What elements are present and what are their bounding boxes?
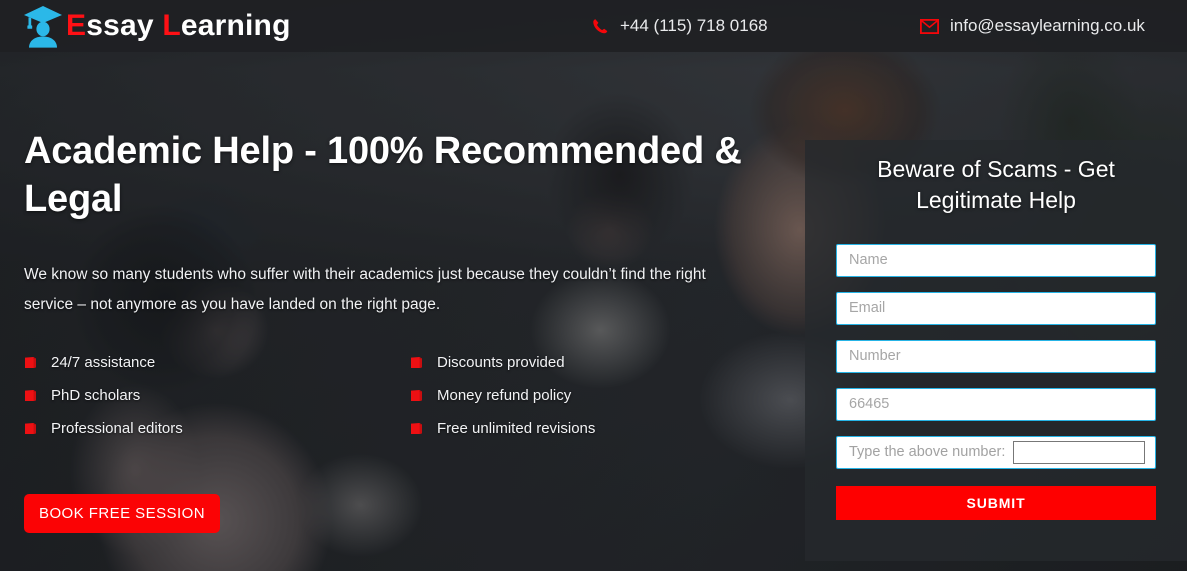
feature-item: Money refund policy	[410, 387, 754, 404]
feature-list: 24/7 assistance Discounts provided PhD s…	[24, 354, 754, 437]
red-book-icon	[410, 422, 423, 435]
header-phone-link[interactable]: +44 (115) 718 0168	[592, 16, 768, 36]
captcha-answer-input[interactable]	[1013, 440, 1145, 464]
book-free-session-button[interactable]: BOOK FREE SESSION	[24, 494, 220, 533]
graduate-cap-icon	[24, 6, 62, 48]
submit-button[interactable]: SUBMIT	[836, 485, 1156, 520]
captcha-label: Type the above number:	[849, 444, 1006, 461]
captcha-code-display[interactable]	[836, 387, 1156, 421]
feature-label: PhD scholars	[51, 387, 141, 405]
email-input[interactable]	[836, 291, 1156, 325]
envelope-icon	[920, 18, 939, 34]
red-book-icon	[410, 356, 423, 369]
feature-item: Free unlimited revisions	[410, 420, 754, 437]
feature-item: Discounts provided	[410, 354, 754, 371]
logo-wordmark: Essay Learning	[66, 11, 291, 41]
logo-letter-l: L	[162, 9, 181, 42]
lead-capture-form: Beware of Scams - Get Legitimate Help Ty…	[805, 140, 1187, 561]
logo-learning-rest: earning	[180, 9, 291, 42]
logo-letter-e: E	[66, 9, 87, 42]
red-book-icon	[24, 422, 37, 435]
site-header: Essay Learning +44 (115) 718 0168 info@e…	[0, 0, 1187, 52]
logo-essay-rest: ssay	[86, 9, 154, 42]
name-input[interactable]	[836, 243, 1156, 277]
red-book-icon	[24, 356, 37, 369]
form-title: Beware of Scams - Get Legitimate Help	[877, 156, 1115, 214]
header-email-text: info@essaylearning.co.uk	[950, 16, 1145, 35]
captcha-row: Type the above number:	[836, 435, 1156, 469]
feature-item: 24/7 assistance	[24, 354, 410, 371]
header-email-link[interactable]: info@essaylearning.co.uk	[920, 16, 1145, 36]
number-input[interactable]	[836, 339, 1156, 373]
red-book-icon	[410, 389, 423, 402]
page-title: Academic Help - 100% Recommended & Legal	[24, 130, 742, 220]
feature-label: Money refund policy	[437, 387, 572, 405]
feature-item: Professional editors	[24, 420, 410, 437]
site-logo[interactable]: Essay Learning	[22, 0, 291, 52]
hero-subheading: We know so many students who suffer with…	[24, 265, 706, 313]
feature-label: 24/7 assistance	[51, 354, 156, 372]
hero-content: Academic Help - 100% Recommended & Legal…	[24, 128, 754, 437]
header-phone-text: +44 (115) 718 0168	[620, 16, 768, 35]
feature-item: PhD scholars	[24, 387, 410, 404]
landing-page: Essay Learning +44 (115) 718 0168 info@e…	[0, 0, 1187, 571]
feature-label: Free unlimited revisions	[437, 420, 596, 438]
feature-label: Professional editors	[51, 420, 183, 438]
phone-icon	[592, 18, 609, 35]
feature-label: Discounts provided	[437, 354, 565, 372]
red-book-icon	[24, 389, 37, 402]
